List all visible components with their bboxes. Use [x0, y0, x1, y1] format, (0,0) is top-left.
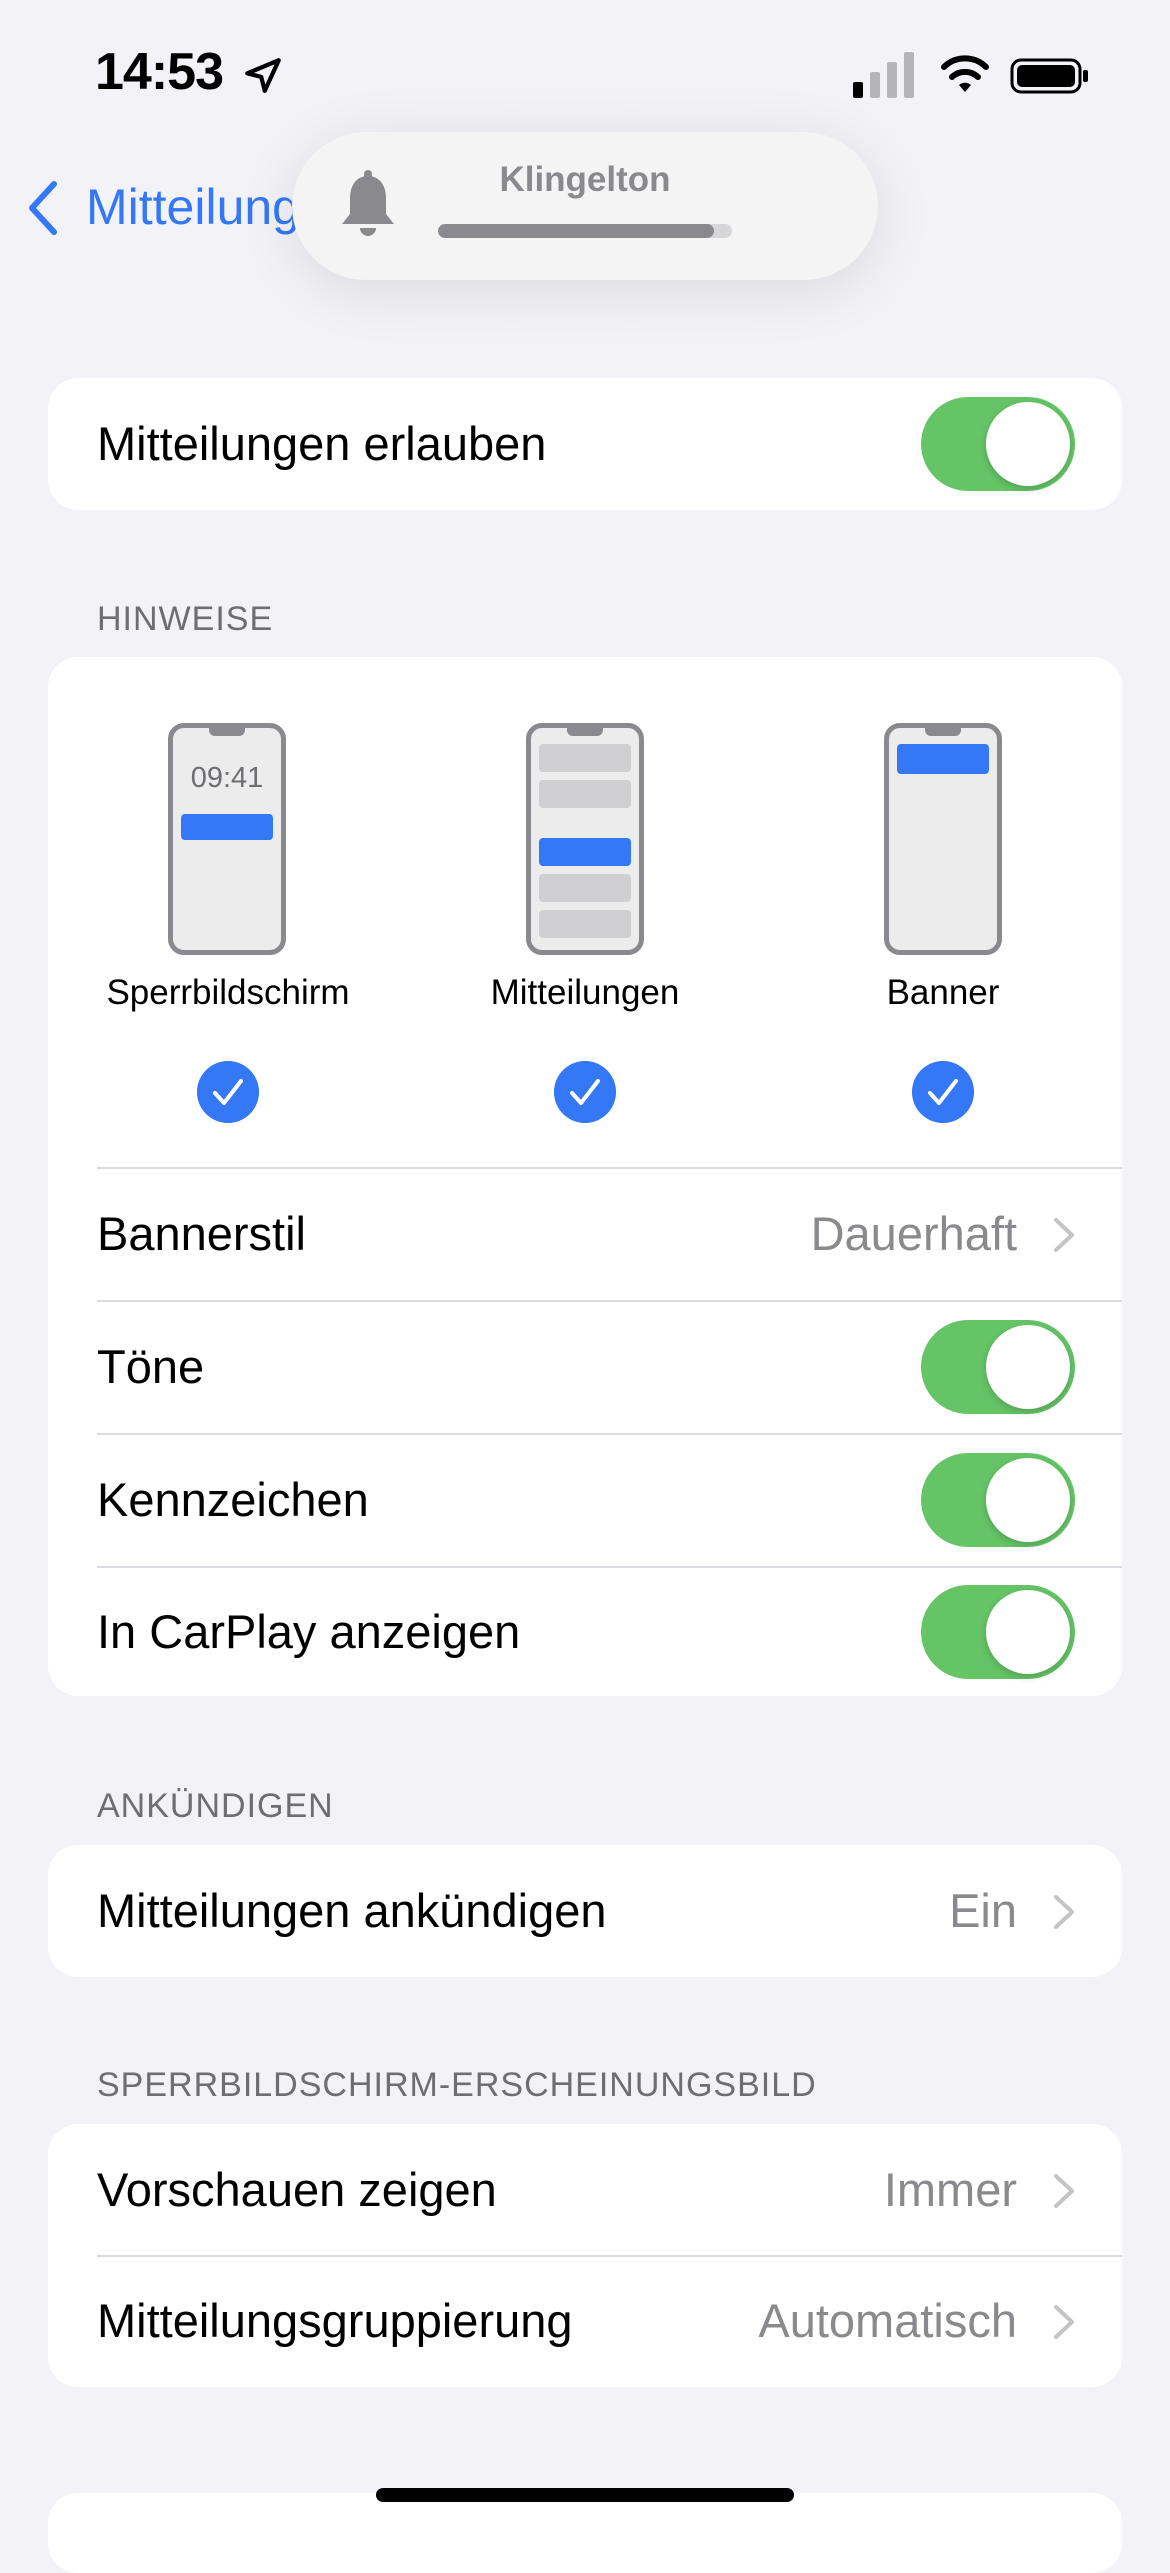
home-indicator[interactable]: [376, 2488, 794, 2502]
toggle-knob: [986, 1458, 1070, 1542]
banner-style-row[interactable]: Bannerstil Dauerhaft: [48, 1168, 1122, 1300]
carplay-label: In CarPlay anzeigen: [97, 1605, 521, 1658]
checkmark-icon: [197, 1061, 259, 1123]
phone-notch: [567, 728, 603, 736]
toggle-knob: [986, 402, 1070, 486]
badges-row: Kennzeichen: [48, 1434, 1122, 1566]
section-header-announce: ANKÜNDIGEN: [97, 1787, 334, 1825]
sounds-label: Töne: [97, 1340, 205, 1393]
alerts-card: 09:41 Sperrbildschirm Mitteilungen Banne…: [48, 657, 1122, 1696]
alert-option-notification-center-label: Mitteilungen: [490, 973, 680, 1012]
chevron-right-icon: [1054, 1895, 1074, 1929]
checkmark-icon: [554, 1061, 616, 1123]
section-header-alerts: HINWEISE: [97, 600, 274, 638]
alert-option-banner-label: Banner: [886, 973, 1000, 1012]
sounds-toggle[interactable]: [921, 1320, 1075, 1414]
banner-style-label: Bannerstil: [97, 1207, 306, 1260]
wifi-icon: [941, 55, 989, 92]
lockscreen-card: Vorschauen zeigen Immer Mitteilungsgrupp…: [48, 2124, 1122, 2387]
sounds-row: Töne: [48, 1301, 1122, 1433]
back-chevron-icon[interactable]: [22, 178, 66, 238]
notification-block: [897, 744, 989, 774]
volume-level-fill: [438, 224, 715, 238]
next-section-card: [48, 2493, 1122, 2573]
announce-notifications-value: Ein: [949, 1884, 1017, 1937]
show-previews-value: Immer: [883, 2163, 1017, 2216]
notification-grouping-row[interactable]: Mitteilungsgruppierung Automatisch: [48, 2255, 1122, 2387]
notification-block: [539, 744, 631, 772]
banner-phone-illustration: [884, 723, 1002, 955]
allow-notifications-toggle[interactable]: [921, 397, 1075, 491]
location-arrow-icon: [245, 58, 281, 93]
notification-block: [539, 910, 631, 938]
cellular-signal-icon: [853, 52, 914, 98]
toggle-knob: [986, 1590, 1070, 1674]
notification-grouping-label: Mitteilungsgruppierung: [97, 2294, 573, 2347]
carplay-row: In CarPlay anzeigen: [48, 1566, 1122, 1696]
status-time: 14:53: [95, 43, 224, 101]
phone-notch: [209, 728, 245, 736]
notification-block: [539, 874, 631, 902]
notification-grouping-value: Automatisch: [758, 2294, 1017, 2347]
show-previews-label: Vorschauen zeigen: [97, 2163, 497, 2216]
bell-icon: [342, 170, 394, 236]
alert-option-lockscreen-label: Sperrbildschirm: [106, 973, 350, 1012]
badges-label: Kennzeichen: [97, 1473, 369, 1526]
carplay-toggle[interactable]: [921, 1585, 1075, 1679]
volume-level-bar: [438, 224, 732, 238]
checkmark-icon: [912, 1061, 974, 1123]
announce-notifications-row[interactable]: Mitteilungen ankündigen Ein: [48, 1845, 1122, 1977]
allow-notifications-row: Mitteilungen erlauben: [48, 378, 1122, 510]
announce-card: Mitteilungen ankündigen Ein: [48, 1845, 1122, 1977]
hud-title: Klingelton: [499, 160, 671, 199]
notification-block: [539, 780, 631, 808]
battery-icon: [1010, 58, 1088, 94]
chevron-right-icon: [1054, 2305, 1074, 2339]
announce-notifications-label: Mitteilungen ankündigen: [97, 1884, 607, 1937]
show-previews-row[interactable]: Vorschauen zeigen Immer: [48, 2124, 1122, 2256]
lockscreen-phone-illustration: 09:41: [168, 723, 286, 955]
badges-toggle[interactable]: [921, 1453, 1075, 1547]
allow-notifications-label: Mitteilungen erlauben: [97, 417, 547, 470]
section-header-lockscreen: SPERRBILDSCHIRM-ERSCHEINUNGSBILD: [97, 2066, 817, 2104]
chevron-right-icon: [1054, 2174, 1074, 2208]
notification-center-phone-illustration: [526, 723, 644, 955]
phone-notch: [925, 728, 961, 736]
banner-style-value: Dauerhaft: [810, 1207, 1017, 1260]
toggle-knob: [986, 1325, 1070, 1409]
notification-block: [539, 838, 631, 866]
notification-block: [181, 814, 273, 840]
chevron-right-icon: [1054, 1218, 1074, 1252]
lockscreen-time: 09:41: [190, 762, 264, 794]
allow-notifications-card: Mitteilungen erlauben: [48, 378, 1122, 510]
